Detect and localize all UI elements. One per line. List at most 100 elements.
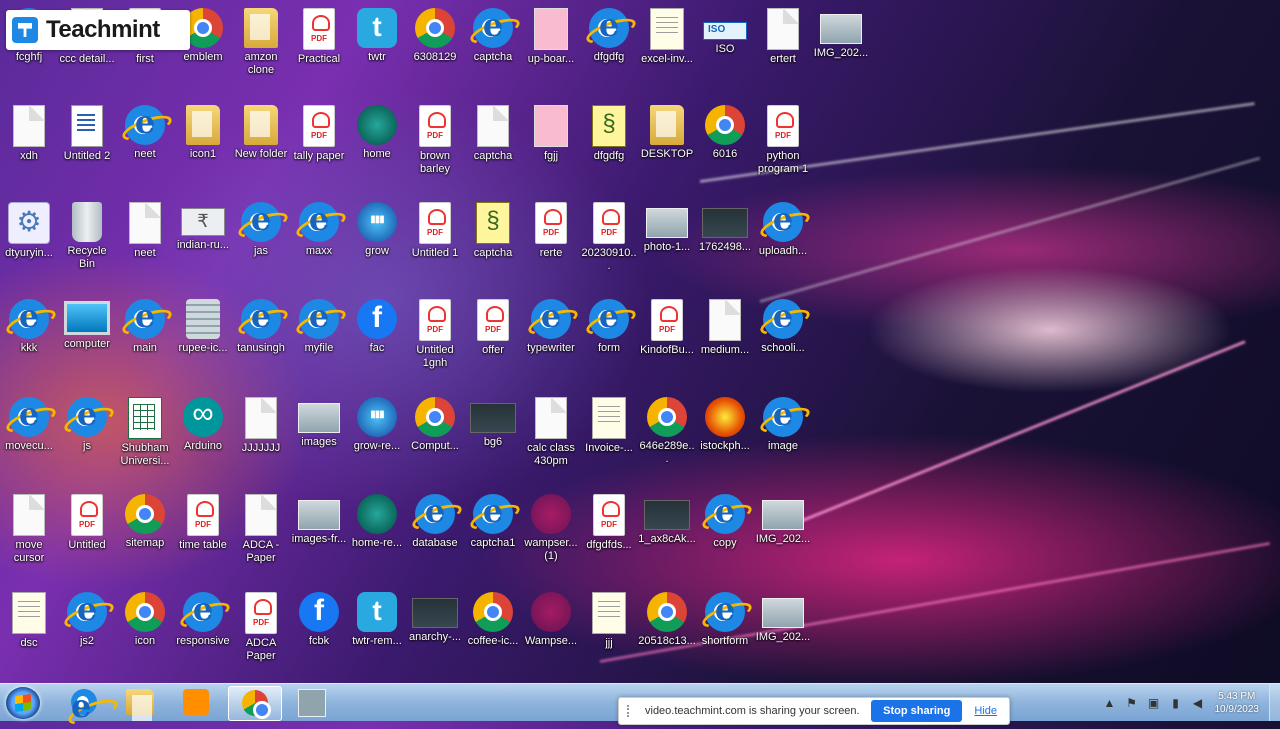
desktop-icon[interactable]: 1762498... (696, 198, 754, 254)
desktop-icon[interactable]: Invoice-... (580, 393, 638, 455)
desktop-icon[interactable]: tanusingh (232, 295, 290, 355)
desktop-icon[interactable]: bg6 (464, 393, 522, 449)
taskbar-file-explorer[interactable] (114, 686, 166, 719)
desktop-icon[interactable]: ADCA - Paper (232, 490, 290, 565)
desktop-icon[interactable]: time table (174, 490, 232, 552)
desktop-icon[interactable]: 20230910... (580, 198, 638, 273)
clock[interactable]: 5:43 PM 10/9/2023 (1215, 690, 1260, 716)
desktop-icon[interactable]: neet (116, 198, 174, 260)
desktop-icon[interactable]: main (116, 295, 174, 355)
desktop-icon[interactable]: tally paper (290, 101, 348, 163)
desktop-icon[interactable]: 6308129 (406, 4, 464, 64)
desktop[interactable]: fcghfjccc detail...firstemblemamzon clon… (0, 0, 1280, 683)
taskbar-chrome[interactable] (228, 686, 282, 721)
desktop-icon[interactable]: indian-ru... (174, 198, 232, 252)
desktop-icon[interactable]: images-fr... (290, 490, 348, 546)
desktop-icon[interactable]: medium... (696, 295, 754, 357)
desktop-icon[interactable]: dtyuryin... (0, 198, 58, 260)
desktop-icon[interactable]: 6016 (696, 101, 754, 161)
action-center-flag-icon[interactable]: ⚑ (1125, 696, 1139, 710)
show-desktop-button[interactable] (1269, 684, 1280, 721)
desktop-icon[interactable]: captcha (464, 198, 522, 260)
desktop-icon[interactable]: ISO (696, 4, 754, 56)
desktop-icon[interactable]: ertert (754, 4, 812, 66)
desktop-icon[interactable]: image (754, 393, 812, 453)
desktop-icon[interactable]: images (290, 393, 348, 449)
stop-sharing-button[interactable]: Stop sharing (871, 700, 962, 722)
desktop-icon[interactable]: myfile (290, 295, 348, 355)
desktop-icon[interactable]: twtr (348, 4, 406, 64)
desktop-icon[interactable]: KindofBu... (638, 295, 696, 357)
desktop-icon[interactable]: form (580, 295, 638, 355)
desktop-icon[interactable]: dsc (0, 588, 58, 650)
desktop-icon[interactable]: Comput... (406, 393, 464, 453)
hide-link[interactable]: Hide (974, 705, 997, 717)
desktop-icon[interactable]: Untitled 2 (58, 101, 116, 163)
desktop-icon[interactable]: python program 1 (754, 101, 812, 176)
volume-icon[interactable]: ◀ (1191, 696, 1205, 710)
desktop-icon[interactable]: rerte (522, 198, 580, 260)
desktop-icon[interactable]: kkk (0, 295, 58, 355)
desktop-icon[interactable]: icon1 (174, 101, 232, 161)
show-hidden-icons-icon[interactable]: ▲ (1103, 696, 1117, 710)
desktop-icon[interactable]: copy (696, 490, 754, 550)
desktop-icon[interactable]: 20518c13... (638, 588, 696, 648)
desktop-icon[interactable]: sitemap (116, 490, 174, 550)
desktop-icon[interactable]: ADCA Paper (232, 588, 290, 663)
desktop-icon[interactable]: New folder (232, 101, 290, 161)
desktop-icon[interactable]: Shubham Universi... (116, 393, 174, 468)
desktop-icon[interactable]: responsive (174, 588, 232, 648)
desktop-icon[interactable]: js (58, 393, 116, 453)
desktop-icon[interactable]: 1_ax8cAk... (638, 490, 696, 546)
desktop-icon[interactable]: typewriter (522, 295, 580, 355)
desktop-icon[interactable]: istockph... (696, 393, 754, 453)
desktop-icon[interactable]: xdh (0, 101, 58, 163)
desktop-icon[interactable]: amzon clone (232, 4, 290, 77)
desktop-icon[interactable]: computer (58, 295, 116, 351)
desktop-icon[interactable]: photo-1... (638, 198, 696, 254)
desktop-icon[interactable]: schooli... (754, 295, 812, 355)
desktop-icon[interactable]: js2 (58, 588, 116, 648)
desktop-icon[interactable]: maxx (290, 198, 348, 258)
desktop-icon[interactable]: captcha (464, 101, 522, 163)
desktop-icon[interactable]: anarchy-... (406, 588, 464, 644)
drag-handle-icon[interactable] (627, 705, 637, 717)
desktop-icon[interactable]: Arduino (174, 393, 232, 453)
desktop-icon[interactable]: database (406, 490, 464, 550)
desktop-icon[interactable]: wampser... (1) (522, 490, 580, 563)
desktop-icon[interactable]: IMG_202... (754, 588, 812, 644)
desktop-icon[interactable]: Recycle Bin (58, 198, 116, 271)
desktop-icon[interactable]: shortform (696, 588, 754, 648)
desktop-icon[interactable]: Untitled 1 (406, 198, 464, 260)
taskbar-internet-explorer[interactable] (58, 686, 110, 719)
desktop-icon[interactable]: icon (116, 588, 174, 648)
desktop-icon[interactable]: home (348, 101, 406, 161)
desktop-icon[interactable]: JJJJJJJ (232, 393, 290, 455)
desktop-icon[interactable]: calc class 430pm (522, 393, 580, 468)
desktop-icon[interactable]: fgjj (522, 101, 580, 163)
desktop-icon[interactable]: dfgdfds... (580, 490, 638, 552)
desktop-icon[interactable]: neet (116, 101, 174, 161)
desktop-icon[interactable]: Practical (290, 4, 348, 66)
desktop-icon[interactable]: jas (232, 198, 290, 258)
desktop-icon[interactable]: home-re... (348, 490, 406, 550)
start-button[interactable] (6, 687, 40, 719)
network-signal-icon[interactable]: ▮ (1169, 696, 1183, 710)
desktop-icon[interactable]: dfgdfg (580, 101, 638, 163)
desktop-icon[interactable]: DESKTOP (638, 101, 696, 161)
desktop-icon[interactable]: Wampse... (522, 588, 580, 648)
desktop-icon[interactable]: IMG_202... (754, 490, 812, 546)
desktop-icon[interactable]: captcha1 (464, 490, 522, 550)
desktop-icon[interactable]: twtr-rem... (348, 588, 406, 648)
desktop-icon[interactable]: fac (348, 295, 406, 355)
device-icon[interactable]: ▣ (1147, 696, 1161, 710)
desktop-icon[interactable]: excel-inv... (638, 4, 696, 66)
desktop-icon[interactable]: up-boar... (522, 4, 580, 66)
taskbar-app-window[interactable] (286, 686, 338, 719)
desktop-icon[interactable]: fcbk (290, 588, 348, 648)
desktop-icon[interactable]: Untitled (58, 490, 116, 552)
desktop-icon[interactable]: captcha (464, 4, 522, 64)
desktop-icon[interactable]: grow-re... (348, 393, 406, 453)
desktop-icon[interactable]: Untitled 1gnh (406, 295, 464, 370)
desktop-icon[interactable]: 646e289e... (638, 393, 696, 466)
